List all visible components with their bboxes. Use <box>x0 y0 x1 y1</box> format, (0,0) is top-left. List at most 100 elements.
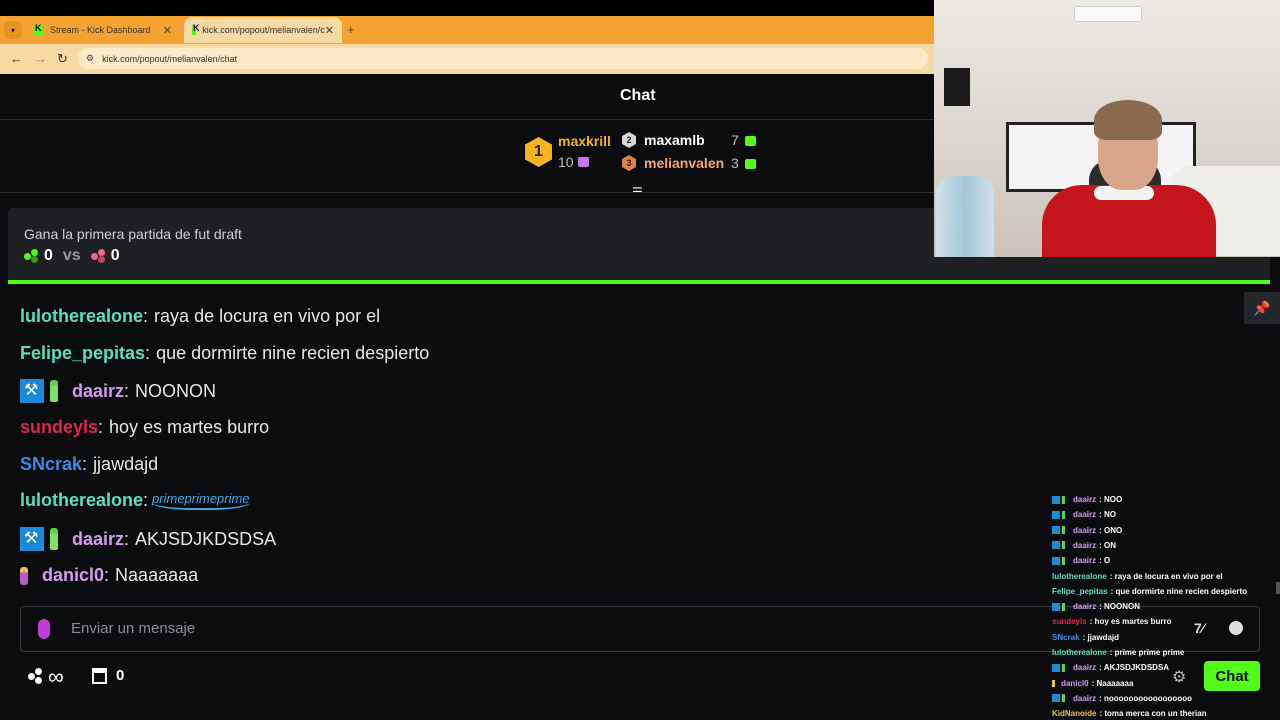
overlay-text: : hoy es martes burro <box>1089 617 1172 627</box>
site-settings-icon[interactable]: ⚙ <box>86 53 94 64</box>
store-icon[interactable] <box>92 668 107 684</box>
overlay-text: : que dormirte nine recien despierto <box>1110 586 1248 596</box>
chat-text: Naaaaaaa <box>115 565 199 585</box>
points-pink-icon <box>90 249 107 263</box>
gift-icon <box>578 157 589 167</box>
overlay-text: : prime prime prime <box>1109 648 1185 657</box>
moderator-badge-icon <box>1052 526 1060 535</box>
scrollbar[interactable] <box>1276 582 1280 594</box>
channel-points-value: ∞ <box>48 664 64 689</box>
microphone-icon[interactable] <box>38 619 50 639</box>
leaderboard-count-3: 3 <box>731 155 739 171</box>
bottle-badge-icon <box>50 380 58 402</box>
tab-kick-popout-chat[interactable]: kick.com/popout/melianvalen/c ✕ <box>184 17 342 43</box>
overlay-chat-line: Felipe_pepitas: que dormirte nine recien… <box>1052 587 1247 596</box>
overlay-chat-line: lulotherealone: raya de locura en vivo p… <box>1052 572 1223 581</box>
overlay-username: daairz <box>1073 556 1097 566</box>
channel-points-icon[interactable] <box>28 668 46 684</box>
moderator-badge-icon <box>20 379 44 403</box>
chat-username[interactable]: Felipe_pepitas <box>20 343 145 364</box>
stream-overlay-chat: daairz: NOO daairz: NO daairz: ONO daairz: … <box>1048 492 1280 720</box>
chat-message: SNcrak: jjawdajd <box>20 454 159 475</box>
chat-message: danicl0: Naaaaaaa <box>20 565 198 586</box>
overlay-text: : ON <box>1099 540 1117 550</box>
chat-username[interactable]: SNcrak <box>20 454 82 475</box>
overlay-text: : NOO <box>1099 495 1123 504</box>
url-field[interactable]: ⚙ kick.com/popout/melianvalen/chat <box>78 48 928 69</box>
page-title: Chat <box>620 87 656 104</box>
tab-kick-dashboard[interactable]: Stream - Kick Dashboard ✕ <box>26 17 180 43</box>
moderator-badge-icon <box>20 527 44 551</box>
bottle-badge-icon <box>1062 663 1065 672</box>
bottle-badge-icon <box>1062 602 1065 611</box>
chat-username[interactable]: danicl0 <box>42 565 104 586</box>
overlay-username: daairz <box>1073 510 1097 520</box>
overlay-text: : NO <box>1099 510 1117 520</box>
bottle-badge-icon <box>1062 694 1065 703</box>
bottle-badge-icon <box>1062 556 1065 565</box>
overlay-text: : Naaaaaaa <box>1091 678 1134 688</box>
overlay-chat-line: KidNanoide: toma merca con un therian <box>1052 709 1207 718</box>
back-arrow-icon[interactable]: ← <box>10 51 23 66</box>
tab-title: Stream - Kick Dashboard <box>50 25 151 35</box>
moderator-badge-icon <box>1052 510 1060 519</box>
overlay-text: : AKJSDJKDSDSA <box>1099 663 1170 673</box>
tab-title: kick.com/popout/melianvalen/c <box>202 25 325 35</box>
bottle-badge-icon <box>1062 526 1065 535</box>
subscriber-badge-icon <box>20 566 28 585</box>
new-tab-icon[interactable]: + <box>347 22 355 37</box>
webcam-feed <box>934 0 1280 257</box>
gift-icon <box>745 159 756 169</box>
prediction-question: Gana la primera partida de fut draft <box>24 226 242 242</box>
tab-search-button[interactable]: ▾ <box>4 21 22 39</box>
overlay-chat-line: danicl0: Naaaaaaa <box>1052 679 1133 688</box>
score-right: 0 <box>110 247 120 264</box>
chat-username[interactable]: lulotherealone <box>20 306 143 327</box>
chat-text: hoy es martes burro <box>109 417 270 437</box>
chat-text: NOONON <box>135 380 217 401</box>
reload-icon[interactable]: ↻ <box>57 51 68 67</box>
moderator-badge-icon <box>1052 541 1060 550</box>
forward-arrow-icon[interactable]: → <box>34 51 47 66</box>
overlay-username: SNcrak <box>1052 632 1080 642</box>
chat-username[interactable]: sundeyls <box>20 417 98 438</box>
kick-favicon-icon <box>192 23 200 35</box>
chat-message: daairz: NOONON <box>20 379 216 403</box>
chat-message: lulotherealone: primeprimeprime <box>20 490 250 511</box>
overlay-username: lulotherealone <box>1052 571 1107 581</box>
chat-username[interactable]: daairz <box>72 529 124 550</box>
bottle-badge-icon <box>1062 510 1065 519</box>
overlay-username: Felipe_pepitas <box>1052 586 1108 596</box>
leaderboard-name-2[interactable]: maxamlb <box>644 132 705 148</box>
overlay-chat-line: lulotherealone: prime prime prime <box>1052 648 1184 657</box>
overlay-username: lulotherealone <box>1052 648 1107 657</box>
overlay-chat-line: daairz: NOONON <box>1052 602 1140 611</box>
chat-message: lulotherealone: raya de locura en vivo p… <box>20 306 381 327</box>
chat-username[interactable]: lulotherealone <box>20 490 143 511</box>
overlay-chat-line: daairz: nooooooooooooooooo <box>1052 694 1192 703</box>
overlay-chat-line: daairz: O <box>1052 556 1110 565</box>
overlay-chat-line: sundeyls: hoy es martes burro <box>1052 617 1172 626</box>
overlay-text: : NOONON <box>1099 602 1141 612</box>
tab-close-icon[interactable]: ✕ <box>163 24 172 37</box>
pin-icon[interactable]: 📌 <box>1244 292 1280 324</box>
leaderboard-name-3[interactable]: melianvalen <box>644 155 724 171</box>
bottle-badge-icon <box>50 528 58 550</box>
overlay-chat-line: daairz: NOO <box>1052 495 1122 504</box>
moderator-badge-icon <box>1052 556 1060 565</box>
tab-close-icon[interactable]: ✕ <box>325 24 334 37</box>
chat-text: que dormirte nine recien despierto <box>156 343 430 363</box>
moderator-badge-icon <box>1052 694 1060 703</box>
overlay-username: daairz <box>1073 540 1097 550</box>
overlay-username: daairz <box>1073 525 1097 535</box>
gift-icon <box>745 136 756 146</box>
score-left: 0 <box>44 247 53 264</box>
chat-text: raya de locura en vivo por el <box>154 306 381 326</box>
leaderboard-name-1[interactable]: maxkrill <box>558 133 611 149</box>
store-count: 0 <box>116 667 125 684</box>
chat-username[interactable]: daairz <box>72 381 124 402</box>
prime-emote: primeprimeprime <box>152 491 250 510</box>
moderator-badge-icon <box>1052 495 1060 504</box>
chat-text: AKJSDJKDSDSA <box>135 528 277 549</box>
leaderboard-count-1: 10 <box>558 154 574 170</box>
